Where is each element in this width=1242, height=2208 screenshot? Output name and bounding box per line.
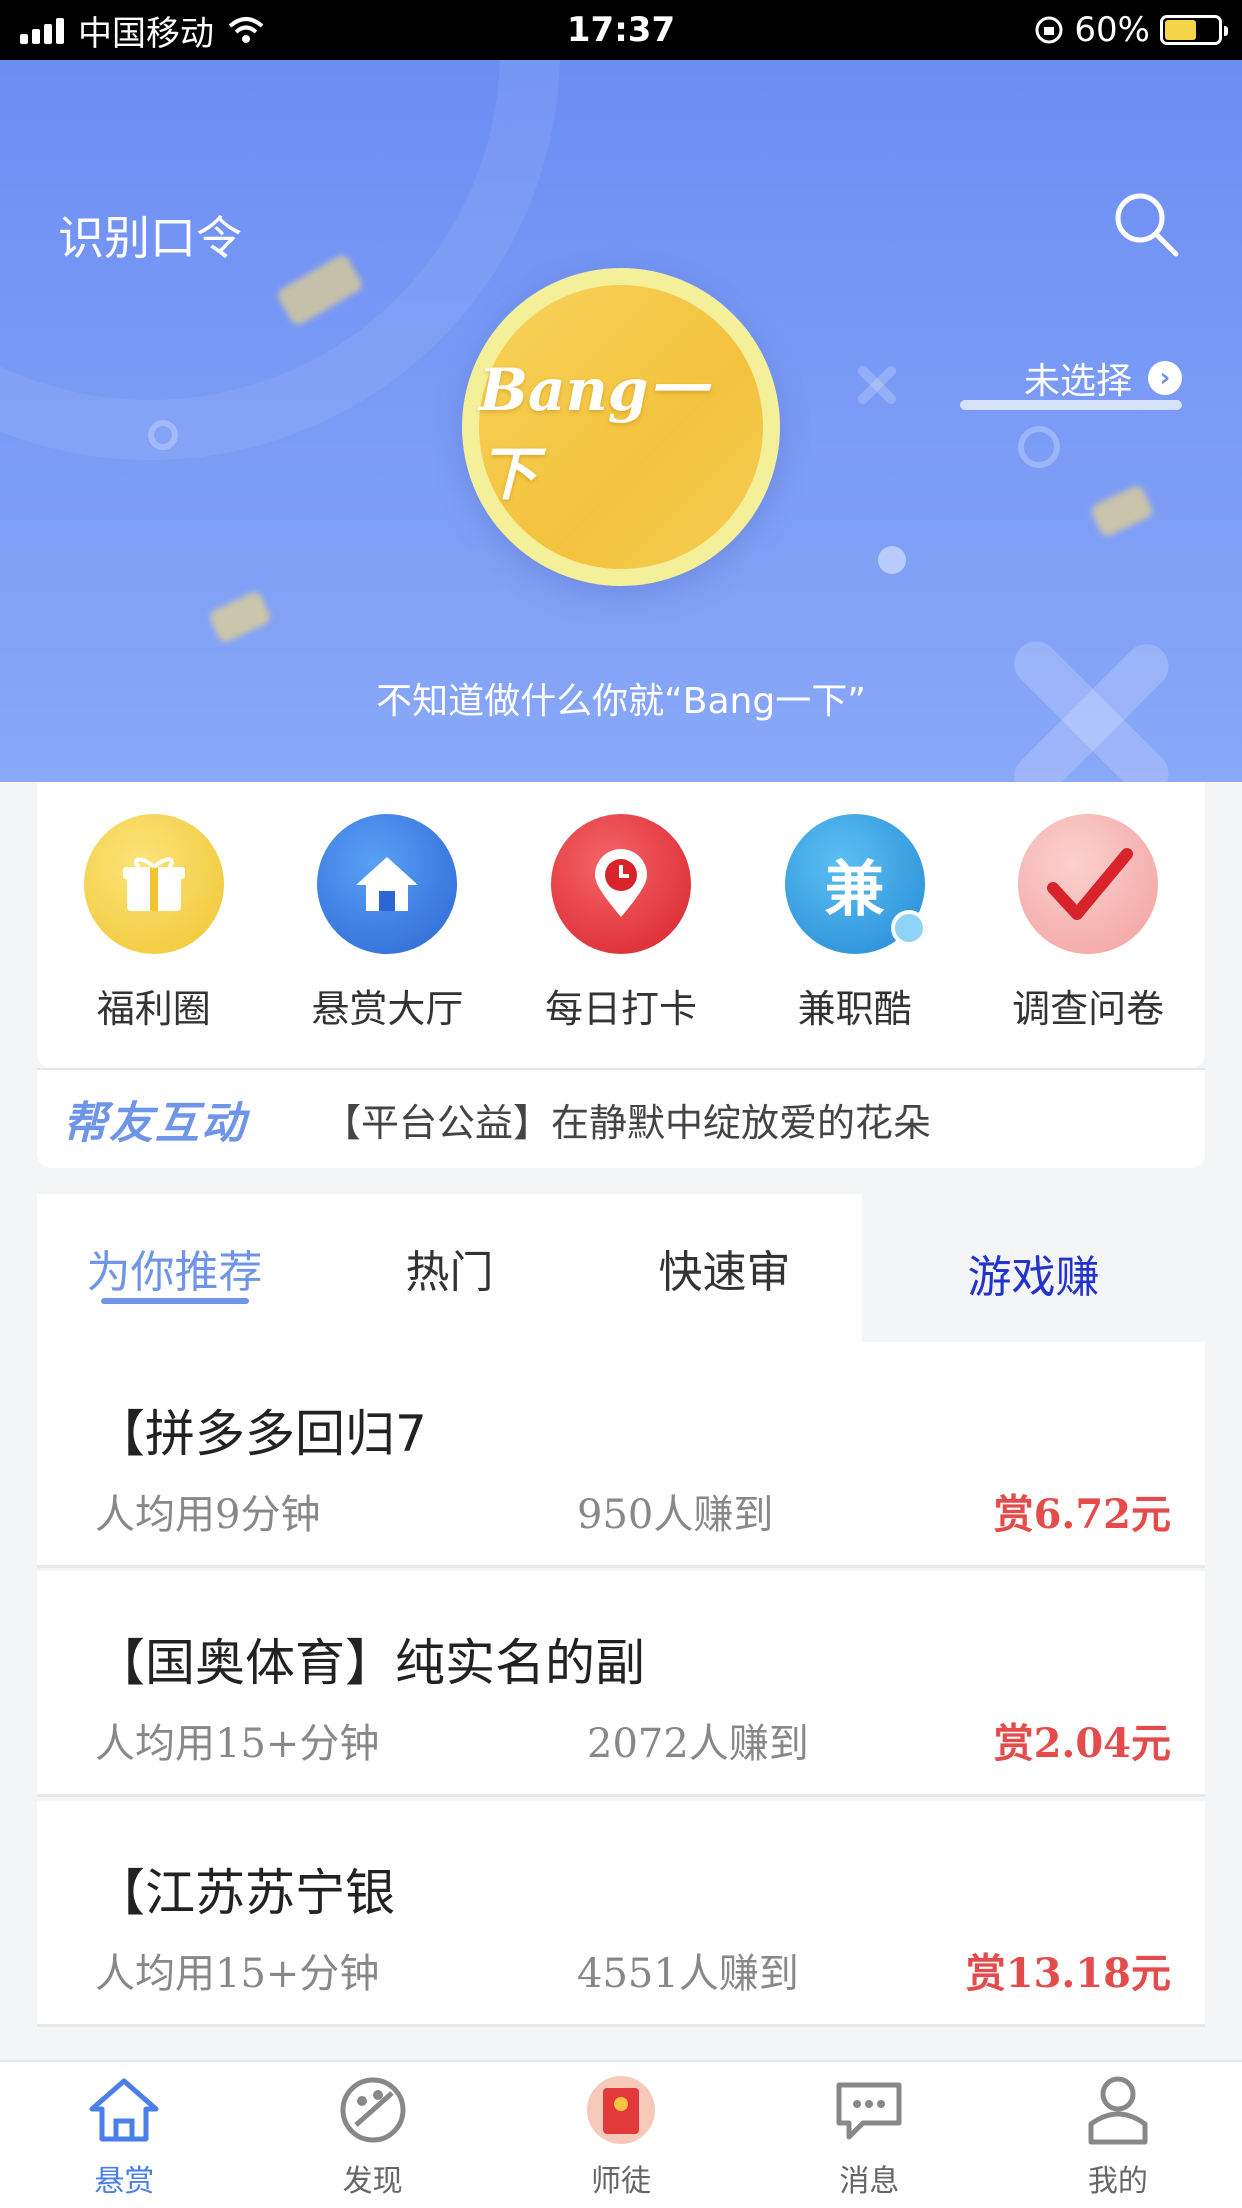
nav-messages[interactable]: 消息 — [745, 2062, 993, 2208]
jian-badge-icon: 兼 — [784, 814, 927, 954]
chat-icon — [831, 2072, 907, 2148]
rotation-lock-icon — [1035, 16, 1063, 44]
task-time: 人均用15+分钟 — [95, 1951, 380, 1997]
task-time: 人均用9分钟 — [95, 1492, 321, 1538]
nav-discover[interactable]: 发现 — [248, 2062, 496, 2208]
entry-label: 每日打卡 — [544, 987, 697, 1031]
battery-percent: 60% — [1074, 10, 1150, 50]
circle-deco — [1018, 426, 1060, 468]
bang-coin-button[interactable]: Bang一下 — [462, 268, 780, 586]
coin-text: Bang一下 — [479, 285, 763, 569]
entry-label: 调查问卷 — [1012, 987, 1165, 1031]
coin-deco — [1089, 483, 1155, 539]
signal-icon — [20, 16, 64, 44]
status-time: 17:37 — [566, 10, 676, 50]
task-title: 【江苏苏宁银 — [95, 1864, 395, 1922]
task-reward: 赏6.72元 — [993, 1491, 1171, 1538]
wifi-icon — [228, 17, 264, 43]
select-underline — [960, 400, 1182, 410]
bottom-nav: 悬赏 发现 师徒 消息 我的 — [0, 2060, 1242, 2208]
red-envelope-icon — [583, 2072, 659, 2148]
entry-label: 兼职酷 — [797, 987, 912, 1031]
select-label: 未选择 — [1023, 361, 1132, 402]
status-right: 60% — [802, 10, 1228, 50]
status-bar: 中国移动 17:37 60% — [0, 0, 1242, 60]
task-count: 4551人赚到 — [577, 1951, 799, 1997]
nav-label: 我的 — [1087, 2164, 1148, 2199]
entry-daily-checkin[interactable]: 每日打卡 — [511, 814, 731, 1033]
profile-icon — [1080, 2072, 1156, 2148]
select-dropdown[interactable]: 未选择 › — [1024, 352, 1182, 404]
jian-glyph: 兼 — [824, 854, 885, 925]
status-left: 中国移动 — [20, 6, 440, 55]
checkmark-icon — [1018, 814, 1159, 954]
task-reward: 赏2.04元 — [993, 1720, 1171, 1767]
notice-bar[interactable]: 帮友互动 【平台公益】在静默中绽放爱的花朵 — [37, 1068, 1205, 1168]
circle-deco — [148, 420, 178, 450]
task-title: 【国奥体育】纯实名的副 — [95, 1634, 645, 1692]
nav-mentor[interactable]: 师徒 — [497, 2062, 745, 2208]
task-tabs: 为你推荐 热门 快速审 游戏赚 — [37, 1194, 1205, 1342]
nav-label: 消息 — [839, 2164, 900, 2199]
nav-label: 悬赏 — [94, 2164, 155, 2199]
task-count: 2072人赚到 — [587, 1721, 809, 1767]
chevron-right-icon: › — [1148, 361, 1182, 395]
task-time: 人均用15+分钟 — [95, 1721, 380, 1767]
task-row[interactable]: 【江苏苏宁银 人均用15+分钟 4551人赚到 赏13.18元 — [37, 1801, 1205, 2027]
gift-icon — [83, 814, 224, 954]
entry-welfare-circle[interactable]: 福利圈 — [44, 814, 264, 1033]
search-icon[interactable] — [1112, 190, 1182, 260]
scan-code-button[interactable]: 识别口令 — [58, 202, 242, 268]
tab-fast-review[interactable]: 快速审 — [587, 1194, 862, 1342]
nav-profile[interactable]: 我的 — [994, 2062, 1242, 2208]
hero-banner: 识别口令 未选择 › Bang一下 不知道做什么你就“Bang一下” — [0, 60, 1242, 782]
task-row[interactable]: 【国奥体育】纯实名的副 人均用15+分钟 2072人赚到 赏2.04元 — [37, 1571, 1205, 1797]
notice-text: 【平台公益】在静默中绽放爱的花朵 — [323, 1100, 932, 1145]
nav-label: 师徒 — [591, 2164, 652, 2199]
carrier-name: 中国移动 — [78, 13, 214, 54]
palette-icon — [335, 2072, 411, 2148]
hero-subtitle: 不知道做什么你就“Bang一下” — [376, 681, 866, 722]
task-title: 【拼多多回归7 — [95, 1405, 427, 1463]
nav-label: 发现 — [342, 2164, 403, 2199]
battery-fill — [1165, 20, 1197, 40]
coin-deco — [207, 589, 273, 645]
dot-deco — [878, 546, 906, 574]
cross-deco — [857, 365, 897, 405]
entry-label: 福利圈 — [96, 987, 211, 1031]
notice-brand-logo: 帮友互动 — [63, 1098, 247, 1149]
link-badge-icon — [890, 910, 927, 946]
nav-reward[interactable]: 悬赏 — [0, 2062, 248, 2208]
quick-entries-card: 福利圈 悬赏大厅 每日打卡 兼 兼职酷 调查问卷 帮友互动 【平台公益】在静默中… — [37, 782, 1205, 1168]
battery-icon — [1160, 15, 1228, 45]
entry-reward-hall[interactable]: 悬赏大厅 — [277, 814, 497, 1033]
tab-recommended[interactable]: 为你推荐 — [37, 1194, 312, 1342]
entry-part-time[interactable]: 兼 兼职酷 — [745, 814, 965, 1033]
task-count: 950人赚到 — [577, 1492, 774, 1538]
task-row[interactable]: 【拼多多回归7 人均用9分钟 950人赚到 赏6.72元 — [37, 1342, 1205, 1568]
clock-pin-icon — [550, 814, 691, 954]
home-icon — [86, 2072, 162, 2148]
task-reward: 赏13.18元 — [965, 1950, 1171, 1997]
house-icon — [317, 814, 458, 954]
tab-hot[interactable]: 热门 — [312, 1194, 587, 1342]
entry-label: 悬赏大厅 — [311, 987, 464, 1031]
entry-survey[interactable]: 调查问卷 — [978, 814, 1198, 1033]
tab-game-earn[interactable]: 游戏赚 — [862, 1194, 1205, 1342]
entries-row: 福利圈 悬赏大厅 每日打卡 兼 兼职酷 调查问卷 — [37, 782, 1205, 1033]
